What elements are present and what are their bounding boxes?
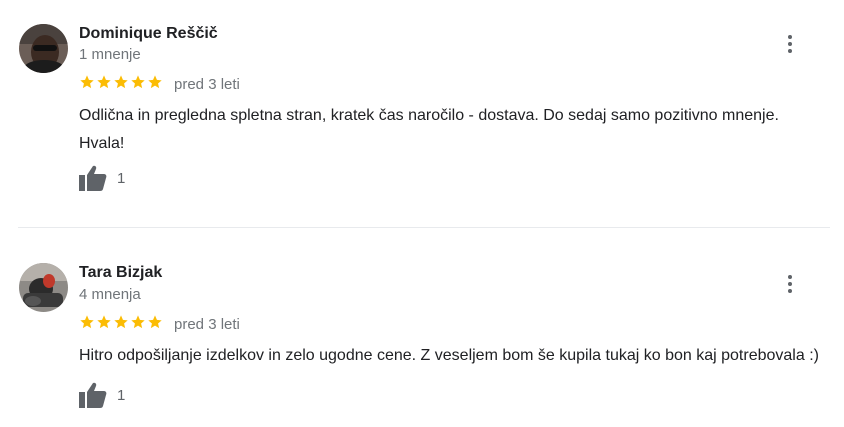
review-count: 4 mnenja	[79, 286, 141, 303]
review-date: pred 3 leti	[174, 316, 240, 333]
thumbs-up-icon	[79, 382, 107, 408]
star-icon	[80, 315, 94, 329]
star-icon	[114, 315, 128, 329]
like-count: 1	[117, 169, 126, 187]
divider	[18, 227, 830, 228]
avatar[interactable]	[19, 24, 68, 73]
reviewer-name[interactable]: Tara Bizjak	[79, 264, 162, 282]
avatar[interactable]	[19, 263, 68, 312]
star-icon	[148, 75, 162, 89]
star-rating	[79, 314, 163, 332]
thumbs-up-icon	[79, 165, 107, 191]
star-icon	[97, 315, 111, 329]
review-text: Hitro odpošiljanje izdelkov in zelo ugod…	[79, 347, 819, 364]
more-vert-icon[interactable]	[778, 272, 802, 296]
reviewer-name[interactable]: Dominique Reščič	[79, 25, 218, 43]
review-count: 1 mnenje	[79, 46, 141, 63]
star-icon	[97, 75, 111, 89]
star-icon	[114, 75, 128, 89]
star-icon	[148, 315, 162, 329]
like-count: 1	[117, 386, 126, 404]
more-vert-icon[interactable]	[778, 32, 802, 56]
star-rating	[79, 74, 163, 92]
review-date: pred 3 leti	[174, 76, 240, 93]
star-icon	[80, 75, 94, 89]
like-button[interactable]: 1	[79, 165, 125, 191]
like-button[interactable]: 1	[79, 382, 125, 408]
star-icon	[131, 75, 145, 89]
review-text: Odlična in pregledna spletna stran, krat…	[79, 107, 779, 152]
star-icon	[131, 315, 145, 329]
